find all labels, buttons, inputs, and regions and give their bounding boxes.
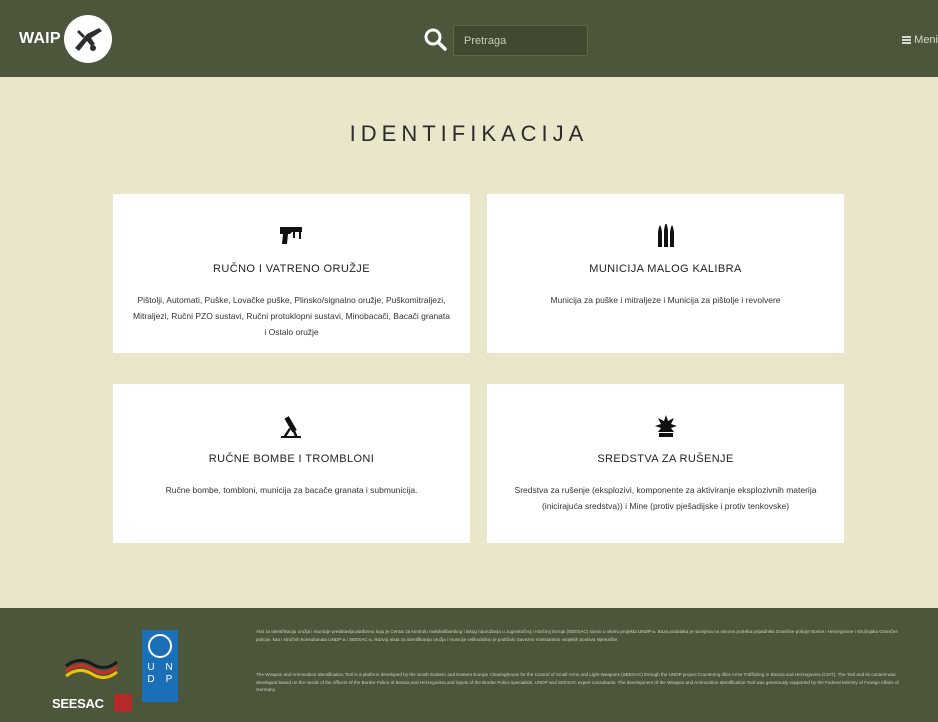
explosion-icon xyxy=(654,415,677,437)
card-title: RUČNE BOMBE I TROMBLONI xyxy=(208,453,375,465)
card-description: Municija za puške i mitraljeze i Municij… xyxy=(550,295,781,305)
seesac-logo: SEESAC xyxy=(52,696,104,711)
card-title: RUČNO I VATRENO ORUŽJE xyxy=(213,263,370,275)
card-description: Sredstva za rušenje (eksplozivi, kompone… xyxy=(514,485,817,511)
top-navbar: WAIP Meni xyxy=(0,0,938,77)
card-title: MUNICIJA MALOG KALIBRA xyxy=(589,263,742,275)
card-demolition-means[interactable]: SREDSTVA ZA RUŠENJE Sredstva za rušenje … xyxy=(487,384,844,543)
search-input[interactable] xyxy=(454,26,587,55)
ammunition-icon xyxy=(657,224,674,247)
partner-logos: U N D P SEESAC xyxy=(50,630,190,718)
footer-text-local: Alat za identifikaciju oružja i municije… xyxy=(256,629,898,642)
card-description: Ručne bombe, tombloni, municija za bacač… xyxy=(165,485,418,495)
brand-name[interactable]: WAIP xyxy=(19,30,61,48)
rifle-emblem-icon xyxy=(75,28,102,51)
footer: U N D P SEESAC Alat za identifikaciju or… xyxy=(0,608,938,722)
menu-button[interactable]: Meni xyxy=(902,34,938,46)
pistol-icon xyxy=(279,227,302,244)
page-title: IDENTIFIKACIJA xyxy=(349,121,589,146)
menu-label: Meni xyxy=(914,34,938,46)
card-small-caliber-ammunition[interactable]: MUNICIJA MALOG KALIBRA Municija za puške… xyxy=(487,194,844,353)
card-small-arms[interactable]: RUČNO I VATRENO ORUŽJE Pištolji, Automat… xyxy=(113,194,470,353)
hamburger-icon xyxy=(902,36,912,44)
search-field[interactable] xyxy=(453,25,588,56)
card-title: SREDSTVA ZA RUŠENJE xyxy=(597,453,734,465)
globe-icon xyxy=(148,634,172,658)
waip-logo[interactable] xyxy=(64,15,112,63)
seesac-mark-icon xyxy=(114,694,132,712)
mortar-icon xyxy=(280,416,301,438)
german-flag-logo xyxy=(65,659,118,679)
card-description: Pištolji, Automati, Puške, Lovačke puške… xyxy=(133,295,450,337)
search-icon[interactable] xyxy=(423,27,447,51)
undp-logo: U N D P xyxy=(142,630,178,702)
footer-text-english: The Weapon and Ammunition Identification… xyxy=(256,672,899,692)
card-hand-grenades[interactable]: RUČNE BOMBE I TROMBLONI Ručne bombe, tom… xyxy=(113,384,470,543)
